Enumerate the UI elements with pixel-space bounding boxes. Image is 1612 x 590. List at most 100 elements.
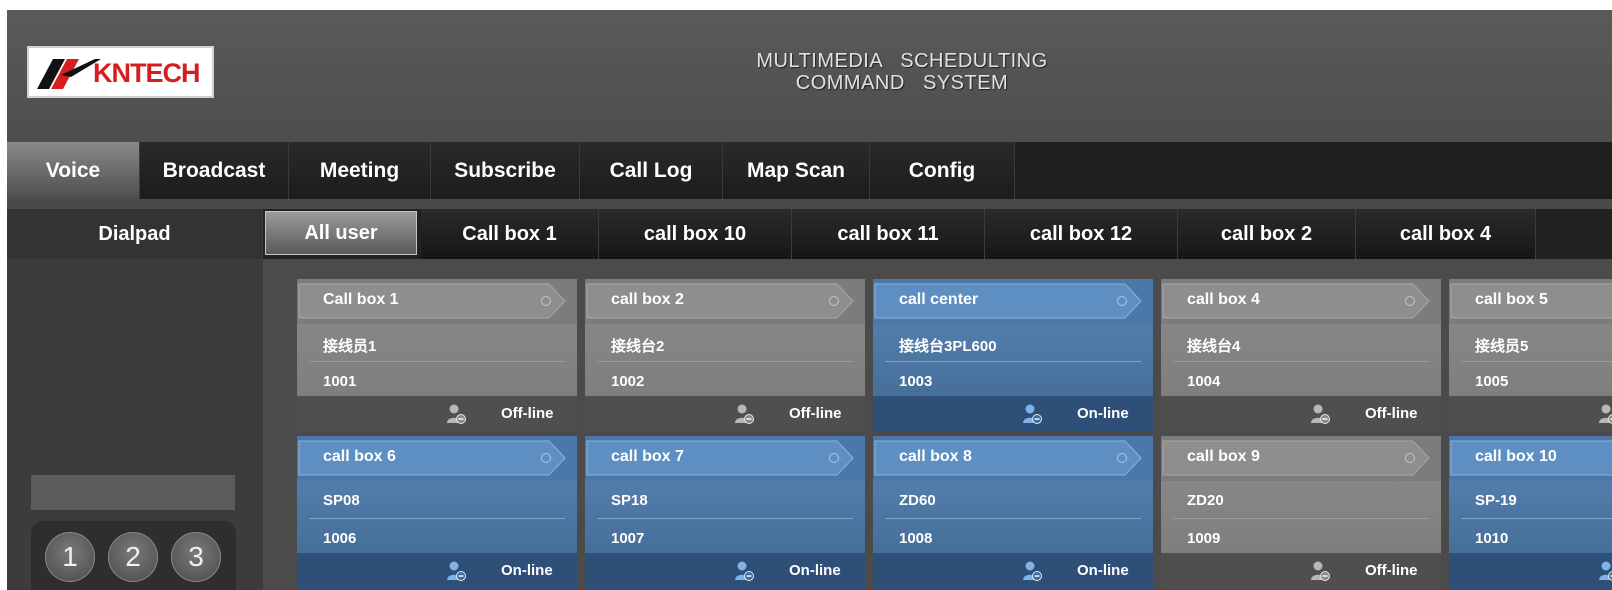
- main-tab-bar: Voice Broadcast Meeting Subscribe Call L…: [7, 142, 1612, 199]
- device-number: 1002: [611, 373, 645, 390]
- tab-group-call-box-11[interactable]: call box 11: [792, 209, 985, 259]
- device-description: SP08: [323, 492, 360, 509]
- device-indicator-dot: [1405, 453, 1415, 463]
- device-divider: [885, 361, 1141, 362]
- device-name: call box 2: [611, 291, 684, 308]
- device-card[interactable]: call box 10SP-191010On-line: [1449, 436, 1612, 589]
- tab-subscribe[interactable]: Subscribe: [431, 142, 580, 199]
- device-name-bar: call box 7: [585, 436, 865, 481]
- device-name: call box 9: [1187, 448, 1260, 465]
- device-description: 接线台4: [1187, 338, 1241, 355]
- tab-dialpad[interactable]: Dialpad: [7, 209, 263, 259]
- device-name-bar: call box 2: [585, 279, 865, 324]
- device-name: call box 7: [611, 448, 684, 465]
- tab-broadcast[interactable]: Broadcast: [140, 142, 289, 199]
- device-number: 1006: [323, 530, 357, 547]
- sub-tab-spacer: [7, 199, 1612, 207]
- device-card[interactable]: call box 9 ZD20 1009 Off-line: [1161, 436, 1441, 589]
- device-number: 1008: [899, 530, 933, 547]
- tab-call-log[interactable]: Call Log: [580, 142, 723, 199]
- device-number: 1001: [323, 373, 357, 390]
- device-status: Off-line: [1365, 405, 1418, 422]
- tab-meeting[interactable]: Meeting: [289, 142, 431, 199]
- device-status: On-line: [789, 562, 841, 579]
- user-status-icon: [1023, 561, 1042, 581]
- device-status: On-line: [501, 562, 553, 579]
- device-name: call box 8: [899, 448, 972, 465]
- sub-tab-bar: Dialpad All user Call box 1 call box 10 …: [7, 209, 1612, 259]
- tab-group-call-box-12[interactable]: call box 12: [985, 209, 1178, 259]
- user-status-icon: [447, 404, 466, 424]
- user-status-icon: [447, 561, 466, 581]
- device-description: SP18: [611, 492, 648, 509]
- device-card[interactable]: call center 接线台3PL600 1003 On-line: [873, 279, 1153, 432]
- device-card[interactable]: call box 5接线员51005Off-line: [1449, 279, 1612, 432]
- tab-map-scan[interactable]: Map Scan: [723, 142, 870, 199]
- device-description: ZD60: [899, 492, 936, 509]
- device-card[interactable]: call box 4 接线台4 1004 Off-line: [1161, 279, 1441, 432]
- dialpad-panel: 1 2 3: [7, 259, 263, 590]
- device-name: call center: [899, 291, 979, 308]
- device-indicator-dot: [541, 296, 551, 306]
- tab-group-all-user[interactable]: All user: [265, 211, 417, 255]
- device-name: call box 5: [1475, 291, 1548, 308]
- device-indicator-dot: [1117, 296, 1127, 306]
- device-description: 接线台2: [611, 338, 665, 355]
- dial-key-3[interactable]: 3: [171, 532, 221, 582]
- tab-group-call-box-4[interactable]: call box 4: [1356, 209, 1536, 259]
- device-divider: [1173, 361, 1429, 362]
- device-card[interactable]: call box 7 SP18 1007 On-line: [585, 436, 865, 589]
- device-divider: [309, 361, 565, 362]
- user-status-icon: [1311, 561, 1330, 581]
- device-indicator-dot: [1117, 453, 1127, 463]
- device-card[interactable]: Call box 1 接线员1 1001 Off-line: [297, 279, 577, 432]
- device-divider: [885, 518, 1141, 519]
- logo-text: KNTECH: [93, 58, 200, 88]
- user-status-icon: [1311, 404, 1330, 424]
- user-status-icon: [735, 404, 754, 424]
- dial-key-1[interactable]: 1: [45, 532, 95, 582]
- system-title-line2: COMMAND SYSTEM: [795, 72, 1009, 94]
- system-title: MULTIMEDIA SCHEDULTING COMMAND SYSTEM: [727, 50, 1077, 94]
- dial-key-2[interactable]: 2: [108, 532, 158, 582]
- device-status: Off-line: [789, 405, 842, 422]
- device-divider: [597, 361, 853, 362]
- tab-group-call-box-1[interactable]: Call box 1: [421, 209, 599, 259]
- device-name-bar: call box 5: [1449, 279, 1612, 324]
- dialpad-number-display[interactable]: [31, 475, 235, 510]
- device-card[interactable]: call box 2 接线台2 1002 Off-line: [585, 279, 865, 432]
- tab-config[interactable]: Config: [870, 142, 1015, 199]
- device-number: 1009: [1187, 530, 1221, 547]
- device-indicator-dot: [829, 453, 839, 463]
- device-status: Off-line: [1365, 562, 1418, 579]
- device-description: 接线员1: [323, 338, 377, 355]
- device-name: call box 10: [1475, 448, 1557, 465]
- device-indicator-dot: [541, 453, 551, 463]
- device-name: Call box 1: [323, 291, 399, 308]
- device-indicator-dot: [1405, 296, 1415, 306]
- device-name-bar: call box 9: [1161, 436, 1441, 481]
- device-indicator-dot: [829, 296, 839, 306]
- device-name-bar: call box 4: [1161, 279, 1441, 324]
- device-name: call box 4: [1187, 291, 1260, 308]
- device-number: 1004: [1187, 373, 1221, 390]
- tab-group-call-box-2[interactable]: call box 2: [1178, 209, 1356, 259]
- device-number: 1010: [1475, 530, 1509, 547]
- app-window: KNTECH MULTIMEDIA SCHEDULTING COMMAND SY…: [7, 10, 1612, 590]
- header: KNTECH MULTIMEDIA SCHEDULTING COMMAND SY…: [7, 10, 1612, 142]
- device-name-bar: call box 8: [873, 436, 1153, 481]
- device-card[interactable]: call box 8 ZD60 1008 On-line: [873, 436, 1153, 589]
- device-name-bar: call box 10: [1449, 436, 1612, 481]
- user-status-icon: [1023, 404, 1042, 424]
- tab-group-call-box-10[interactable]: call box 10: [599, 209, 792, 259]
- user-status-icon: [1599, 404, 1612, 424]
- device-divider: [1461, 518, 1612, 519]
- device-name: call box 6: [323, 448, 396, 465]
- device-status: Off-line: [501, 405, 554, 422]
- user-status-icon: [735, 561, 754, 581]
- device-number: 1003: [899, 373, 933, 390]
- tab-voice[interactable]: Voice: [7, 142, 140, 199]
- device-card[interactable]: call box 6 SP08 1006 On-line: [297, 436, 577, 589]
- device-divider: [597, 518, 853, 519]
- device-divider: [1173, 518, 1429, 519]
